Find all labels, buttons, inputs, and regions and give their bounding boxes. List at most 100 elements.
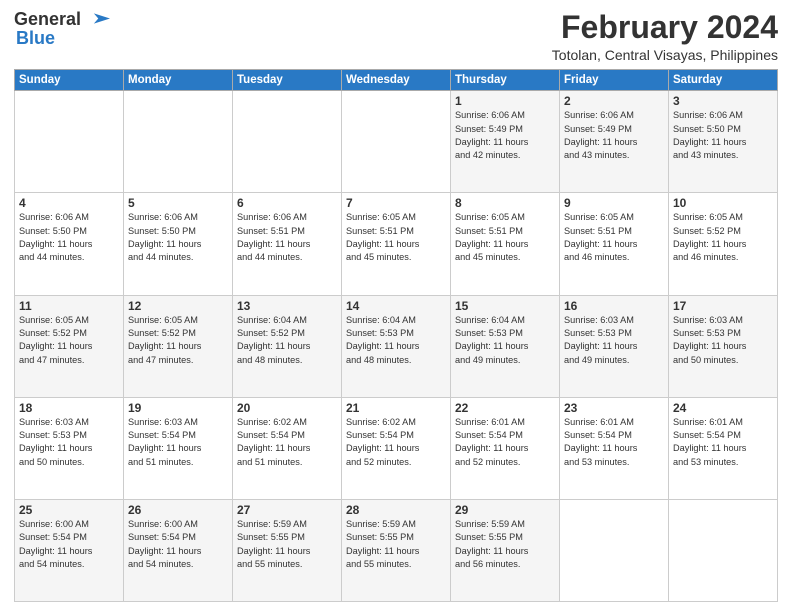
col-thursday: Thursday bbox=[451, 70, 560, 91]
table-row: 11Sunrise: 6:05 AM Sunset: 5:52 PM Dayli… bbox=[15, 295, 124, 397]
table-row: 29Sunrise: 5:59 AM Sunset: 5:55 PM Dayli… bbox=[451, 499, 560, 601]
table-row: 24Sunrise: 6:01 AM Sunset: 5:54 PM Dayli… bbox=[669, 397, 778, 499]
table-row: 8Sunrise: 6:05 AM Sunset: 5:51 PM Daylig… bbox=[451, 193, 560, 295]
table-row: 13Sunrise: 6:04 AM Sunset: 5:52 PM Dayli… bbox=[233, 295, 342, 397]
day-info: Sunrise: 6:00 AM Sunset: 5:54 PM Dayligh… bbox=[19, 518, 119, 571]
calendar-week-row: 4Sunrise: 6:06 AM Sunset: 5:50 PM Daylig… bbox=[15, 193, 778, 295]
day-number: 28 bbox=[346, 503, 446, 517]
day-number: 22 bbox=[455, 401, 555, 415]
table-row: 1Sunrise: 6:06 AM Sunset: 5:49 PM Daylig… bbox=[451, 91, 560, 193]
day-info: Sunrise: 6:03 AM Sunset: 5:53 PM Dayligh… bbox=[19, 416, 119, 469]
calendar-header-row: Sunday Monday Tuesday Wednesday Thursday… bbox=[15, 70, 778, 91]
table-row: 9Sunrise: 6:05 AM Sunset: 5:51 PM Daylig… bbox=[560, 193, 669, 295]
table-row: 18Sunrise: 6:03 AM Sunset: 5:53 PM Dayli… bbox=[15, 397, 124, 499]
day-info: Sunrise: 6:06 AM Sunset: 5:49 PM Dayligh… bbox=[564, 109, 664, 162]
day-info: Sunrise: 6:05 AM Sunset: 5:51 PM Dayligh… bbox=[346, 211, 446, 264]
day-number: 13 bbox=[237, 299, 337, 313]
day-number: 26 bbox=[128, 503, 228, 517]
calendar-week-row: 11 Sunrise: 6:05 AM Sunset: 5:52 PM Dayli… bbox=[15, 295, 778, 397]
day-info: Sunrise: 6:06 AM Sunset: 5:50 PM Dayligh… bbox=[673, 109, 773, 162]
location: Totolan, Central Visayas, Philippines bbox=[552, 47, 778, 63]
day-number: 1 bbox=[455, 94, 555, 108]
day-number: 14 bbox=[346, 299, 446, 313]
day-number: 15 bbox=[455, 299, 555, 313]
table-row bbox=[15, 91, 124, 193]
table-row: 10Sunrise: 6:05 AM Sunset: 5:52 PM Dayli… bbox=[669, 193, 778, 295]
day-number: 17 bbox=[673, 299, 773, 313]
calendar-week-row: 1 Sunrise: 6:06 AM Sunset: 5:49 PM Daylig… bbox=[15, 91, 778, 193]
table-row: 28Sunrise: 5:59 AM Sunset: 5:55 PM Dayli… bbox=[342, 499, 451, 601]
header: General Blue February 2024 Totolan, Cent… bbox=[14, 10, 778, 63]
day-number: 29 bbox=[455, 503, 555, 517]
day-number: 11 bbox=[19, 299, 119, 313]
calendar: Sunday Monday Tuesday Wednesday Thursday… bbox=[14, 69, 778, 602]
day-info: Sunrise: 6:02 AM Sunset: 5:54 PM Dayligh… bbox=[237, 416, 337, 469]
page: General Blue February 2024 Totolan, Cent… bbox=[0, 0, 792, 612]
table-row bbox=[124, 91, 233, 193]
day-info: Sunrise: 6:01 AM Sunset: 5:54 PM Dayligh… bbox=[564, 416, 664, 469]
table-row: 12Sunrise: 6:05 AM Sunset: 5:52 PM Dayli… bbox=[124, 295, 233, 397]
col-friday: Friday bbox=[560, 70, 669, 91]
table-row: 25Sunrise: 6:00 AM Sunset: 5:54 PM Dayli… bbox=[15, 499, 124, 601]
day-number: 21 bbox=[346, 401, 446, 415]
day-info: Sunrise: 5:59 AM Sunset: 5:55 PM Dayligh… bbox=[237, 518, 337, 571]
day-info: Sunrise: 6:00 AM Sunset: 5:54 PM Dayligh… bbox=[128, 518, 228, 571]
col-wednesday: Wednesday bbox=[342, 70, 451, 91]
day-number: 23 bbox=[564, 401, 664, 415]
day-number: 24 bbox=[673, 401, 773, 415]
table-row: 23Sunrise: 6:01 AM Sunset: 5:54 PM Dayli… bbox=[560, 397, 669, 499]
day-info: Sunrise: 6:06 AM Sunset: 5:51 PM Dayligh… bbox=[237, 211, 337, 264]
table-row: 15Sunrise: 6:04 AM Sunset: 5:53 PM Dayli… bbox=[451, 295, 560, 397]
table-row: 5Sunrise: 6:06 AM Sunset: 5:50 PM Daylig… bbox=[124, 193, 233, 295]
day-number: 9 bbox=[564, 196, 664, 210]
day-number: 7 bbox=[346, 196, 446, 210]
calendar-week-row: 25Sunrise: 6:00 AM Sunset: 5:54 PM Dayli… bbox=[15, 499, 778, 601]
table-row bbox=[342, 91, 451, 193]
table-row: 14Sunrise: 6:04 AM Sunset: 5:53 PM Dayli… bbox=[342, 295, 451, 397]
day-number: 8 bbox=[455, 196, 555, 210]
day-number: 27 bbox=[237, 503, 337, 517]
month-year: February 2024 bbox=[552, 10, 778, 45]
table-row bbox=[669, 499, 778, 601]
day-number: 6 bbox=[237, 196, 337, 210]
day-info: Sunrise: 6:01 AM Sunset: 5:54 PM Dayligh… bbox=[673, 416, 773, 469]
logo: General Blue bbox=[14, 10, 110, 49]
table-row: 17Sunrise: 6:03 AM Sunset: 5:53 PM Dayli… bbox=[669, 295, 778, 397]
table-row: 22Sunrise: 6:01 AM Sunset: 5:54 PM Dayli… bbox=[451, 397, 560, 499]
table-row: 16Sunrise: 6:03 AM Sunset: 5:53 PM Dayli… bbox=[560, 295, 669, 397]
day-info: Sunrise: 5:59 AM Sunset: 5:55 PM Dayligh… bbox=[455, 518, 555, 571]
day-info: Sunrise: 6:04 AM Sunset: 5:53 PM Dayligh… bbox=[455, 314, 555, 367]
table-row: 4Sunrise: 6:06 AM Sunset: 5:50 PM Daylig… bbox=[15, 193, 124, 295]
title-block: February 2024 Totolan, Central Visayas, … bbox=[552, 10, 778, 63]
col-saturday: Saturday bbox=[669, 70, 778, 91]
day-info: Sunrise: 6:03 AM Sunset: 5:53 PM Dayligh… bbox=[673, 314, 773, 367]
day-info: Sunrise: 6:02 AM Sunset: 5:54 PM Dayligh… bbox=[346, 416, 446, 469]
day-info: Sunrise: 6:06 AM Sunset: 5:50 PM Dayligh… bbox=[19, 211, 119, 264]
table-row: 26Sunrise: 6:00 AM Sunset: 5:54 PM Dayli… bbox=[124, 499, 233, 601]
day-info: Sunrise: 6:04 AM Sunset: 5:53 PM Dayligh… bbox=[346, 314, 446, 367]
day-number: 16 bbox=[564, 299, 664, 313]
day-number: 2 bbox=[564, 94, 664, 108]
day-number: 10 bbox=[673, 196, 773, 210]
day-info: Sunrise: 6:03 AM Sunset: 5:53 PM Dayligh… bbox=[564, 314, 664, 367]
day-number: 5 bbox=[128, 196, 228, 210]
day-info: Sunrise: 5:59 AM Sunset: 5:55 PM Dayligh… bbox=[346, 518, 446, 571]
day-info: Sunrise: 6:04 AM Sunset: 5:52 PM Dayligh… bbox=[237, 314, 337, 367]
day-info: Sunrise: 6:05 AM Sunset: 5:51 PM Dayligh… bbox=[564, 211, 664, 264]
table-row: 2Sunrise: 6:06 AM Sunset: 5:49 PM Daylig… bbox=[560, 91, 669, 193]
table-row: 20Sunrise: 6:02 AM Sunset: 5:54 PM Dayli… bbox=[233, 397, 342, 499]
col-sunday: Sunday bbox=[15, 70, 124, 91]
day-info: Sunrise: 6:01 AM Sunset: 5:54 PM Dayligh… bbox=[455, 416, 555, 469]
table-row bbox=[233, 91, 342, 193]
table-row: 21Sunrise: 6:02 AM Sunset: 5:54 PM Dayli… bbox=[342, 397, 451, 499]
logo-general: General bbox=[14, 9, 81, 29]
col-tuesday: Tuesday bbox=[233, 70, 342, 91]
day-info: Sunrise: 6:05 AM Sunset: 5:52 PM Dayligh… bbox=[128, 314, 228, 367]
day-number: 4 bbox=[19, 196, 119, 210]
table-row: 3Sunrise: 6:06 AM Sunset: 5:50 PM Daylig… bbox=[669, 91, 778, 193]
day-info: Sunrise: 6:05 AM Sunset: 5:51 PM Dayligh… bbox=[455, 211, 555, 264]
table-row: 19Sunrise: 6:03 AM Sunset: 5:54 PM Dayli… bbox=[124, 397, 233, 499]
col-monday: Monday bbox=[124, 70, 233, 91]
day-info: Sunrise: 6:06 AM Sunset: 5:50 PM Dayligh… bbox=[128, 211, 228, 264]
calendar-week-row: 18Sunrise: 6:03 AM Sunset: 5:53 PM Dayli… bbox=[15, 397, 778, 499]
